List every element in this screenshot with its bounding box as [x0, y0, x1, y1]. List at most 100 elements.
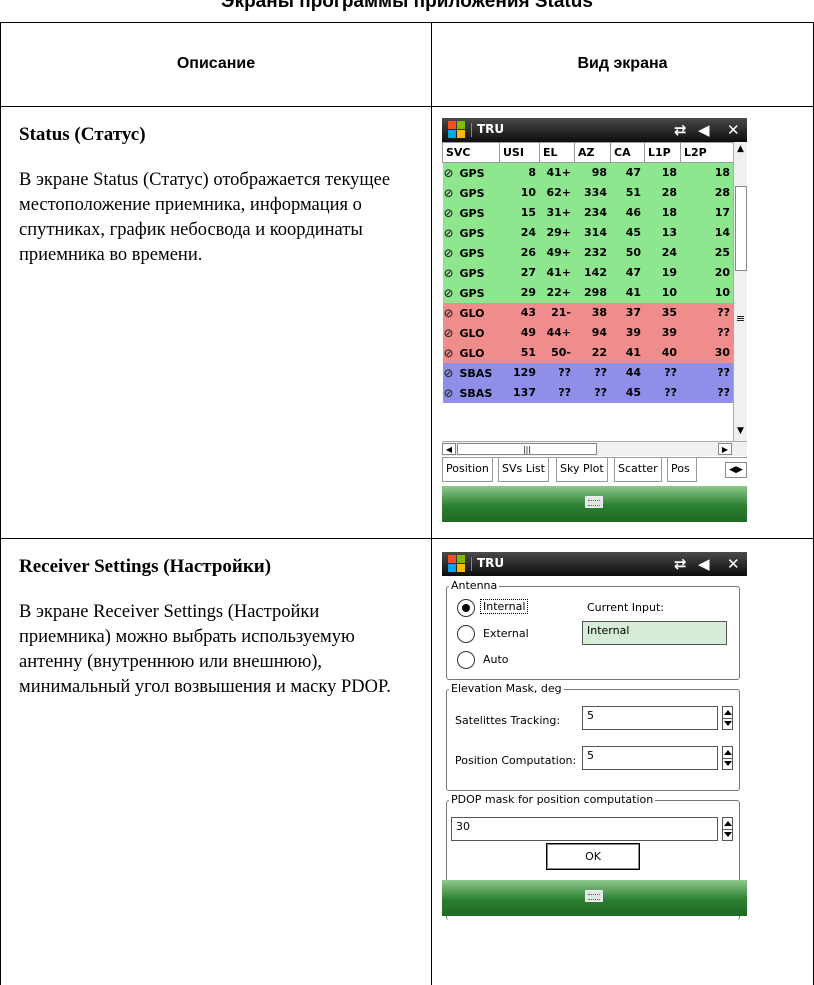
sv-cell-ca: 44 — [610, 362, 645, 383]
sv-row[interactable]: ⊘ GPS 8 41+ 98 47 18 18 — [442, 162, 734, 183]
sv-cell-l1p: 35 — [644, 302, 681, 323]
keyboard-icon[interactable] — [585, 890, 603, 902]
satellite-icon: ⊘ — [443, 205, 454, 220]
settings-screen: TRU ⇄ ◀︎ ✕ Antenna Internal External Aut… — [442, 552, 747, 952]
sv-system-label: SBAS — [459, 386, 493, 400]
ok-button[interactable]: OK — [546, 843, 640, 870]
sv-cell-usi: 129 — [499, 362, 540, 383]
row2-description: В экране Receiver Settings (Настройки пр… — [19, 602, 391, 697]
sv-row[interactable]: ⊘ GPS 24 29+ 314 45 13 14 — [442, 222, 734, 243]
col-l2p[interactable]: L2P — [680, 142, 734, 163]
scroll-thumb[interactable] — [735, 186, 747, 271]
satellites-tracking-spinner-icon[interactable] — [722, 706, 733, 730]
sv-cell-usi: 49 — [499, 322, 540, 343]
sv-cell-l2p: ?? — [680, 322, 734, 343]
scroll-up-icon[interactable]: ▲ — [734, 144, 747, 154]
col-usi[interactable]: USI — [499, 142, 540, 163]
col-az[interactable]: AZ — [574, 142, 611, 163]
sv-row[interactable]: ⊘ SBAS 129???? 44???? — [442, 362, 734, 383]
keyboard-icon[interactable] — [585, 496, 603, 508]
close-icon[interactable]: ✕ — [727, 120, 740, 140]
column-header-description: Описание — [176, 55, 256, 72]
scroll-right-icon[interactable]: ▶ — [718, 443, 732, 455]
col-l1p[interactable]: L1P — [644, 142, 681, 163]
satellite-icon: ⊘ — [443, 285, 454, 300]
scroll-left-icon[interactable]: ◀ — [442, 443, 456, 455]
sv-cell-az: ?? — [574, 382, 611, 403]
sv-cell-az: 234 — [574, 202, 611, 223]
sv-table: SVC USI EL AZ CA L1P L2P ⊘ GPS 8 41+ 98 47 18 1… — [442, 142, 734, 403]
satellite-icon: ⊘ — [443, 165, 454, 180]
sv-cell-el: ?? — [539, 362, 575, 383]
sv-system-label: GPS — [459, 286, 485, 300]
tab-sky-plot[interactable]: Sky Plot — [556, 458, 608, 482]
volume-icon[interactable]: ◀︎ — [698, 120, 710, 140]
sv-cell-usi: 15 — [499, 202, 540, 223]
scroll-down-icon[interactable]: ▼ — [734, 426, 747, 436]
sv-cell-l1p: 18 — [644, 202, 681, 223]
soft-key-bar — [442, 880, 747, 916]
sv-cell-ca: 37 — [610, 302, 645, 323]
sv-row[interactable]: ⊘ GPS 29 22+ 298 41 10 10 — [442, 282, 734, 303]
sv-cell-az: 38 — [574, 302, 611, 323]
sv-system-label: GPS — [459, 186, 485, 200]
sv-row[interactable]: ⊘ GLO 51 50- 22 41 40 30 — [442, 342, 734, 363]
tab-scatter[interactable]: Scatter — [614, 458, 662, 482]
sv-cell-l1p: 40 — [644, 342, 681, 363]
sv-cell-l2p: ?? — [680, 302, 734, 323]
volume-icon[interactable]: ◀︎ — [698, 554, 710, 574]
radio-selected-dot — [462, 604, 470, 612]
header-row-divider — [0, 106, 814, 107]
tab-pos[interactable]: Pos — [667, 458, 697, 482]
elevation-legend: Elevation Mask, deg — [449, 682, 564, 695]
sv-cell-svc: ⊘ GPS — [442, 222, 500, 243]
sv-cell-ca: 46 — [610, 202, 645, 223]
sv-cell-el: 49+ — [539, 242, 575, 263]
col-el[interactable]: EL — [539, 142, 575, 163]
current-input-label: Current Input: — [587, 601, 664, 614]
pdop-spinner-icon[interactable] — [722, 817, 733, 841]
position-computation-input[interactable]: 5 — [582, 746, 718, 770]
sv-row[interactable]: ⊘ GLO 43 21- 38 37 35?? — [442, 302, 734, 323]
hscroll-thumb[interactable]: ||| — [457, 443, 597, 455]
sv-cell-usi: 27 — [499, 262, 540, 283]
vertical-scrollbar[interactable]: ▲ ≡ ▼ — [733, 142, 747, 441]
satellites-tracking-input[interactable]: 5 — [582, 706, 718, 730]
sv-cell-el: 62+ — [539, 182, 575, 203]
antenna-group: Antenna Internal External Auto Current I… — [446, 579, 740, 680]
horizontal-scrollbar[interactable]: ◀ ||| ▶ — [442, 441, 747, 456]
tab-scroll-arrows-icon[interactable]: ◀▶ — [725, 462, 747, 478]
satellite-icon: ⊘ — [443, 365, 454, 380]
row2-title: Receiver Settings (Настройки) — [19, 556, 272, 577]
row1-description: В экране Status (Статус) отображается те… — [19, 170, 391, 265]
windows-start-icon[interactable] — [448, 555, 466, 573]
windows-start-icon[interactable] — [448, 121, 466, 139]
radio-auto-label: Auto — [483, 653, 509, 666]
grip-icon: ≡ — [735, 312, 746, 325]
sv-cell-l2p: 28 — [680, 182, 734, 203]
title-divider — [471, 557, 472, 571]
tab-svs-list[interactable]: SVs List — [498, 458, 549, 482]
sv-cell-svc: ⊘ GPS — [442, 162, 500, 183]
elevation-mask-group: Elevation Mask, deg Satelittes Tracking:… — [446, 682, 740, 791]
close-icon[interactable]: ✕ — [727, 554, 740, 574]
tab-bar: Position SVs List Sky Plot Scatter Pos ◀… — [442, 457, 747, 485]
sv-row[interactable]: ⊘ GPS 26 49+ 232 50 24 25 — [442, 242, 734, 263]
position-computation-spinner-icon[interactable] — [722, 746, 733, 770]
sv-row[interactable]: ⊘ SBAS 137???? 45???? — [442, 382, 734, 403]
sv-cell-az: 22 — [574, 342, 611, 363]
pdop-input[interactable]: 30 — [451, 817, 718, 841]
sv-row[interactable]: ⊘ GPS 15 31+ 234 46 18 17 — [442, 202, 734, 223]
col-svc[interactable]: SVC — [442, 142, 500, 163]
connectivity-icon[interactable]: ⇄ — [674, 554, 687, 574]
sv-row[interactable]: ⊘ GLO 49 44+ 94 39 39?? — [442, 322, 734, 343]
sv-row[interactable]: ⊘ GPS 10 62+ 334 51 28 28 — [442, 182, 734, 203]
tab-position[interactable]: Position — [442, 458, 493, 482]
sv-row[interactable]: ⊘ GPS 27 41+ 142 47 19 20 — [442, 262, 734, 283]
sv-cell-usi: 10 — [499, 182, 540, 203]
connectivity-icon[interactable]: ⇄ — [674, 120, 687, 140]
sv-cell-l1p: 19 — [644, 262, 681, 283]
sv-cell-ca: 45 — [610, 222, 645, 243]
col-ca[interactable]: CA — [610, 142, 645, 163]
sv-cell-el: 41+ — [539, 262, 575, 283]
